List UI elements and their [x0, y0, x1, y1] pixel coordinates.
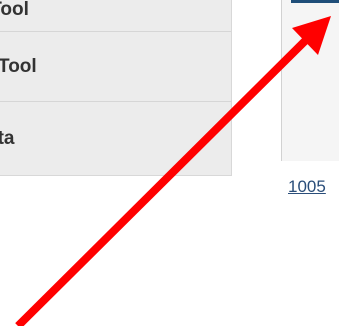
menu-item-2[interactable]: ata [0, 102, 231, 176]
screenshot-crop: er Tool Tool ata 1005 [0, 0, 339, 326]
side-menu: er Tool Tool ata [0, 0, 232, 176]
menu-item-label: Tool [0, 55, 37, 77]
menu-item-label: er Tool [0, 0, 29, 20]
menu-item-0[interactable]: er Tool [0, 0, 231, 32]
menu-item-label: ata [0, 128, 15, 149]
preview-link[interactable]: 1005 [288, 177, 326, 197]
preview-top-border [291, 0, 339, 3]
preview-thumbnail[interactable] [281, 0, 339, 161]
menu-item-1[interactable]: Tool [0, 32, 231, 102]
